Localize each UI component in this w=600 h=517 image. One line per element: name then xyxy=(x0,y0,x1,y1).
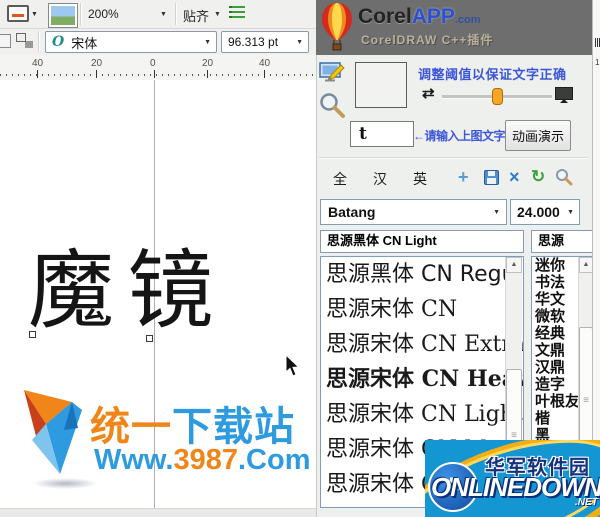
chevron-down-icon[interactable]: ▼ xyxy=(204,39,211,46)
font-list-item[interactable]: 思源宋体 CN Extra xyxy=(321,327,523,362)
hot-air-balloon-icon xyxy=(322,3,352,51)
watermark-3987: 统一下载站 Www.3987.Com xyxy=(16,388,310,500)
font-list-item[interactable]: 思源宋体 CN Light xyxy=(321,397,523,432)
save-icon[interactable] xyxy=(484,170,499,185)
scroll-up-icon[interactable]: ▲ xyxy=(506,257,522,273)
snap-button[interactable]: 贴齐 xyxy=(183,6,209,25)
clipped-icon[interactable] xyxy=(0,34,11,48)
align-lines-icon[interactable] xyxy=(232,3,245,21)
ruler-major-tick xyxy=(264,70,265,78)
panel-header: CorelAPP.com CorelDRAW C++插件 xyxy=(316,0,592,55)
glyph-text-input[interactable]: t xyxy=(350,121,414,147)
ruler-label: 0 xyxy=(150,58,156,69)
ruler-label: 40 xyxy=(32,58,44,69)
zoom-level-value[interactable]: 200% xyxy=(88,7,119,21)
site-name-blue: 下载站 xyxy=(172,405,295,449)
toolbar-separator xyxy=(38,31,40,52)
logo-shadow xyxy=(32,478,98,489)
ruler-label: 20 xyxy=(91,58,103,69)
onlinedown-tld: .NET xyxy=(575,497,598,508)
tab-chinese[interactable]: 汉 xyxy=(373,169,387,189)
tab-english[interactable]: 英 xyxy=(413,169,427,189)
ruler-major-tick xyxy=(154,70,155,78)
selected-font-field[interactable]: 思源黑体 CN Light xyxy=(320,230,524,253)
zoom-dropdown-arrow[interactable]: ▼ xyxy=(160,11,167,18)
corelapp-logo: CorelAPP.com xyxy=(358,5,481,29)
chevron-down-icon[interactable]: ▼ xyxy=(31,11,38,18)
url-prefix: Www. xyxy=(94,444,174,476)
font-family-combo[interactable]: O 宋体 ▼ xyxy=(45,31,217,53)
ruler-label: 20 xyxy=(202,58,214,69)
list-size-combo[interactable]: 24.000 ▼ xyxy=(510,199,580,225)
chevron-down-icon[interactable]: ▼ xyxy=(567,209,574,216)
background-ruler-label: 1 xyxy=(595,58,600,67)
screen-capture-icon[interactable] xyxy=(319,62,345,84)
logo-app: APP xyxy=(411,5,455,28)
list-size-value: 24.000 xyxy=(517,204,560,220)
threshold-slider-handle[interactable] xyxy=(492,88,503,105)
image-icon[interactable] xyxy=(48,3,78,28)
font-list-item[interactable]: 思源黑体 CN Regu xyxy=(321,257,523,292)
corelapp-font-plugin-window: ▼ 200% ▼ 贴齐 ▼ O 宋体 ▼ 96.313 pt ▼ 40 20 0… xyxy=(0,0,600,517)
threshold-hint: 调整阈值以保证文字正确 xyxy=(418,67,567,82)
max-size-icon[interactable] xyxy=(555,87,573,103)
ruler-major-tick xyxy=(207,70,208,78)
swap-icon[interactable]: ⇄ xyxy=(422,84,435,102)
scroll-up-icon[interactable]: ▲ xyxy=(579,257,593,273)
text-node-handle[interactable] xyxy=(29,331,36,338)
logo-com: .com xyxy=(454,14,481,26)
3987-logo-icon xyxy=(24,390,82,474)
snap-dropdown-arrow[interactable]: ▼ xyxy=(214,11,221,18)
font-size-combo[interactable]: 96.313 pt ▼ xyxy=(221,31,309,53)
toolbar-text-properties: O 宋体 ▼ 96.313 pt ▼ xyxy=(0,29,316,56)
font-list-item[interactable]: 思源宋体 CN xyxy=(321,292,523,327)
font-family-value: 宋体 xyxy=(71,35,98,51)
ruler-ticks xyxy=(0,74,316,76)
list-font-combo[interactable]: Batang ▼ xyxy=(320,199,507,225)
foundry-filter-field[interactable]: 思源 xyxy=(531,230,593,253)
close-icon[interactable]: × xyxy=(509,167,520,188)
toolbar-separator xyxy=(175,3,177,25)
refresh-icon[interactable]: ↻ xyxy=(531,167,545,187)
ruler-label: 40 xyxy=(259,58,271,69)
font-list-item[interactable]: 思源宋体 CN Heav xyxy=(321,362,523,397)
artistic-text-object[interactable]: 魔 镜 xyxy=(28,248,213,334)
opentype-symbol: O xyxy=(52,34,65,50)
input-hint: ←请输入上图文字 xyxy=(413,129,506,143)
tab-all[interactable]: 全 xyxy=(333,169,347,189)
add-icon[interactable]: + xyxy=(458,167,469,188)
chevron-down-icon[interactable]: ▼ xyxy=(493,209,500,216)
ruler-major-tick xyxy=(96,70,97,78)
logo-subtitle: CorelDRAW C++插件 xyxy=(361,33,494,47)
glyph-preview-box xyxy=(355,62,407,108)
chevron-down-icon[interactable]: ▼ xyxy=(296,39,303,46)
site-name-orange: 统一 xyxy=(90,405,172,449)
url-number: 3987 xyxy=(173,444,238,476)
animate-demo-button[interactable]: 动画演示 xyxy=(505,120,571,151)
order-objects-icon[interactable] xyxy=(16,33,26,42)
canvas-bottom-edge xyxy=(0,508,316,517)
horizontal-ruler[interactable]: 40 20 0 20 40 xyxy=(0,55,316,81)
ruler-major-tick xyxy=(37,70,38,78)
text-node-handle[interactable] xyxy=(146,335,153,342)
panel-divider xyxy=(319,157,587,159)
presentation-icon[interactable] xyxy=(7,5,29,22)
watermark-onlinedown: ⬇ 华军软件园 ONLINEDOWN .NET xyxy=(425,440,600,517)
toolbar-separator xyxy=(80,3,82,25)
list-font-value: Batang xyxy=(328,204,376,220)
font-size-value: 96.313 pt xyxy=(228,35,279,49)
url-suffix: .Com xyxy=(237,444,311,476)
mouse-cursor xyxy=(285,355,300,377)
logo-corel: Corel xyxy=(358,5,412,28)
search-icon[interactable] xyxy=(555,168,573,186)
magnifier-icon[interactable] xyxy=(318,91,346,119)
toolbar-top: ▼ 200% ▼ 贴齐 ▼ xyxy=(0,0,316,29)
site-url: Www.3987.Com xyxy=(94,444,310,477)
